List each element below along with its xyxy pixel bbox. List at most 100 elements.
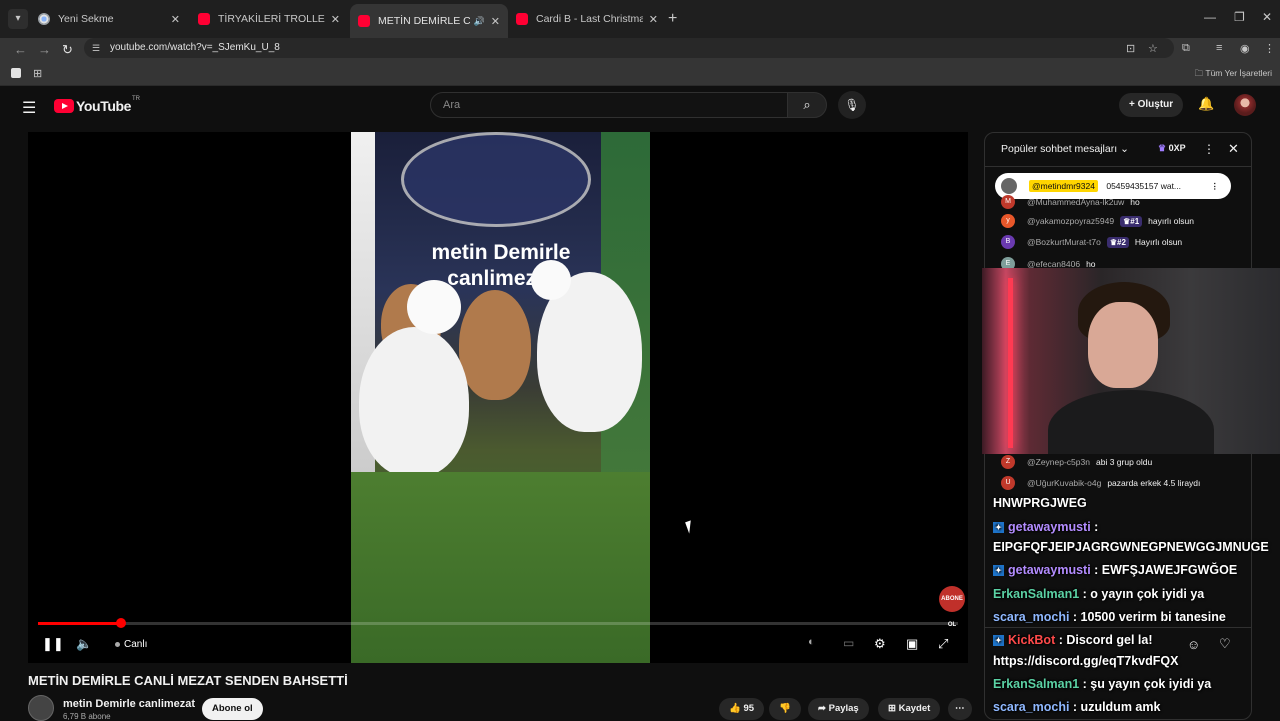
- account-avatar[interactable]: [1234, 94, 1256, 116]
- share-button[interactable]: ➦ Paylaş: [808, 698, 869, 720]
- restore-icon[interactable]: ❐: [1234, 10, 1245, 24]
- overlay-chat-line: HNWPRGJWEG: [993, 496, 1087, 510]
- close-window-icon[interactable]: ✕: [1262, 10, 1272, 24]
- crown-icon: ♛: [1109, 237, 1117, 247]
- forward-arrow-icon[interactable]: →: [38, 42, 51, 57]
- subscribe-button[interactable]: Abone ol: [202, 698, 263, 720]
- overlay-chat-line: ErkanSalman1 : şu yayın çok iyidi ya: [993, 677, 1211, 691]
- profile-icon[interactable]: ◉: [1240, 42, 1250, 55]
- channel-avatar[interactable]: [28, 695, 54, 721]
- close-tab-icon[interactable]: ✕: [171, 13, 180, 26]
- logo-text: YouTube: [76, 98, 132, 114]
- youtube-favicon-icon: [516, 13, 528, 25]
- youtube-favicon-icon: [198, 13, 210, 25]
- pigeon-head: [531, 260, 571, 300]
- chat-text: abi 3 grup oldu: [1095, 457, 1153, 467]
- rank-label: #1: [1130, 216, 1140, 226]
- chat-mode-dropdown[interactable]: Popüler sohbet mesajları ⌄: [1001, 143, 1129, 155]
- overlay-chat-line: https://discord.gg/eqT7kvdFQX: [993, 654, 1178, 668]
- voice-search-button[interactable]: 🎙: [838, 91, 866, 119]
- bookmark-page-icon[interactable]: [11, 68, 21, 78]
- speaker-icon[interactable]: 🔊: [474, 16, 485, 27]
- theater-mode-icon[interactable]: ▣: [906, 636, 918, 652]
- chat-avatar: Z: [1001, 455, 1015, 469]
- media-controls-icon[interactable]: ≡: [1216, 42, 1222, 54]
- xp-badge[interactable]: ♛ 0XP: [1158, 143, 1186, 154]
- browser-menu-icon[interactable]: ⋮: [1264, 42, 1275, 55]
- emoji-icon[interactable]: ☺: [1187, 637, 1200, 652]
- tab-search-button[interactable]: ▾: [8, 9, 28, 29]
- heart-icon[interactable]: ♡: [1219, 636, 1231, 652]
- overlay-text: HNWPRGJWEG: [993, 496, 1087, 510]
- overlay-user: getawaymusti: [1008, 563, 1091, 577]
- youtube-logo[interactable]: YouTube TR: [54, 96, 140, 114]
- search-input[interactable]: Ara: [430, 92, 788, 118]
- crown-icon: ♛: [1158, 143, 1167, 153]
- install-app-icon[interactable]: ⊡: [1126, 42, 1135, 55]
- address-bar[interactable]: ☰ youtube.com/watch?v=_SJemKu_U_8: [84, 38, 1174, 58]
- menu-hamburger-icon[interactable]: ☰: [22, 98, 36, 118]
- minimize-icon[interactable]: —: [1204, 10, 1216, 24]
- scrubber-handle[interactable]: [115, 618, 126, 628]
- search-button[interactable]: ⌕: [787, 92, 827, 118]
- back-arrow-icon[interactable]: ←: [14, 42, 27, 57]
- subtitles-icon[interactable]: ▭: [843, 636, 854, 650]
- fullscreen-icon[interactable]: ⤢: [938, 636, 948, 652]
- save-label: Kaydet: [898, 703, 931, 714]
- chat-message: B @BozkurtMurat-t7o ♛#2 Hayırlı olsun: [1001, 235, 1182, 249]
- video-player[interactable]: metin Demirle canlimezat ABONE OL ❚❚ 🔈 C…: [28, 132, 968, 663]
- close-chat-icon[interactable]: ✕: [1228, 141, 1239, 157]
- notifications-bell-icon[interactable]: 🔔: [1198, 96, 1214, 112]
- like-button[interactable]: 👍 95: [719, 698, 765, 720]
- chat-username[interactable]: @UğurKuvabik-o4g: [1027, 478, 1101, 488]
- save-button[interactable]: ⊞ Kaydet: [878, 698, 941, 720]
- volume-icon[interactable]: 🔈: [76, 636, 92, 652]
- video-title: METİN DEMİRLE CANLİ MEZAT SENDEN BAHSETT…: [28, 673, 348, 688]
- overlay-chat-line: ErkanSalman1 : o yayın çok iyidi ya: [993, 587, 1204, 601]
- progress-bar[interactable]: [38, 618, 958, 628]
- apps-grid-icon[interactable]: ⊞: [33, 67, 42, 80]
- browser-tab-metin-demirle[interactable]: METİN DEMİRLE CANLI ME 🔊 ✕: [350, 4, 508, 38]
- all-bookmarks-button[interactable]: 🗀 Tüm Yer İşaretleri: [1195, 68, 1272, 82]
- pinned-more-icon[interactable]: ⋮: [1211, 173, 1220, 199]
- browser-tab-cardi-b[interactable]: Cardi B - Last Christmas (Remi ✕: [508, 6, 666, 32]
- new-tab-button[interactable]: +: [668, 10, 677, 28]
- dislike-button[interactable]: 👎: [769, 698, 801, 720]
- reload-icon[interactable]: ↻: [62, 42, 73, 58]
- rank-badge: ♛#1: [1120, 215, 1143, 227]
- close-tab-icon[interactable]: ✕: [331, 13, 340, 26]
- settings-gear-icon[interactable]: ⚙: [874, 636, 886, 652]
- channel-name[interactable]: metin Demirle canlimezat: [63, 698, 195, 710]
- chat-text: pazarda erkek 4.5 liraydı: [1107, 478, 1201, 488]
- xp-value: 0XP: [1168, 143, 1186, 153]
- chat-username[interactable]: @BozkurtMurat-t7o: [1027, 237, 1101, 247]
- bookmarks-bar: ⊞ 🗀 Tüm Yer İşaretleri: [0, 62, 1280, 86]
- chat-username[interactable]: @yakamozpoyraz5949: [1027, 216, 1114, 226]
- chat-username[interactable]: @MuhammedAyna-lk2uw: [1027, 197, 1124, 207]
- browser-tab-bar: ▾ Yeni Sekme ✕ TİRYAKİLERİ TROLLEDİM 2 !…: [0, 0, 1280, 38]
- overlay-chat-line: ✦ getawaymusti :: [993, 520, 1098, 534]
- more-actions-button[interactable]: ⋯: [948, 698, 972, 720]
- tab-title: METİN DEMİRLE CANLI ME: [378, 15, 470, 27]
- browser-tab-trolledim[interactable]: TİRYAKİLERİ TROLLEDİM 2 ! (%1 ✕: [190, 6, 348, 32]
- chat-message: M @MuhammedAyna-lk2uw ho: [1001, 195, 1140, 209]
- chat-message: Z @Zeynep-c5p3n abi 3 grup oldu: [1001, 455, 1152, 469]
- pause-icon[interactable]: ❚❚: [42, 636, 64, 652]
- like-count: 95: [743, 703, 755, 714]
- browser-toolbar: ← → ↻ ☰ youtube.com/watch?v=_SJemKu_U_8 …: [0, 38, 1280, 62]
- autoplay-toggle-icon[interactable]: ◐: [808, 636, 815, 648]
- live-indicator[interactable]: Canlı: [115, 639, 147, 650]
- chat-more-icon[interactable]: ⋮: [1203, 142, 1215, 156]
- create-button[interactable]: + Oluştur: [1119, 93, 1184, 117]
- close-tab-icon[interactable]: ✕: [649, 13, 658, 26]
- chat-username[interactable]: @Zeynep-c5p3n: [1027, 457, 1090, 467]
- browser-tab-new-tab[interactable]: Yeni Sekme ✕: [30, 6, 188, 32]
- extensions-icon[interactable]: ⧉: [1182, 42, 1190, 55]
- bookmark-star-icon[interactable]: ☆: [1148, 42, 1158, 55]
- bookmark-icon: ⊞: [888, 703, 899, 714]
- overlay-text: : Discord gel la!: [1058, 633, 1153, 647]
- site-info-icon[interactable]: ☰: [92, 38, 100, 58]
- neon-light: [1008, 278, 1013, 448]
- subscribe-watermark[interactable]: ABONE OL: [939, 586, 965, 628]
- close-tab-icon[interactable]: ✕: [491, 15, 500, 28]
